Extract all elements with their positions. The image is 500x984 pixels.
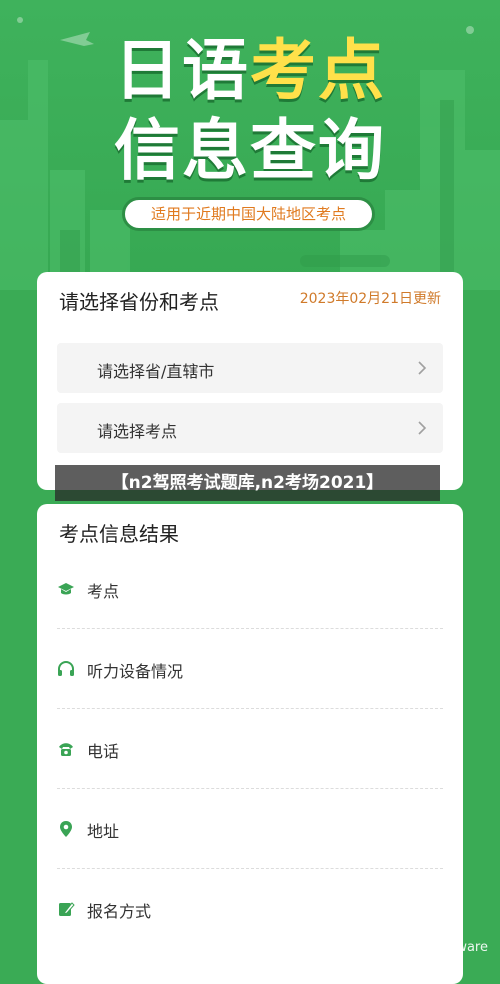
result-item-exam-site: 考点 xyxy=(57,580,443,660)
headphones-icon xyxy=(58,661,74,676)
chevron-right-icon xyxy=(418,361,427,375)
edit-icon xyxy=(59,902,75,916)
result-label: 电话 xyxy=(87,742,120,761)
result-item-address: 地址 xyxy=(57,820,443,900)
update-date: 2023年02月21日更新 xyxy=(299,291,441,307)
title-text: 日语 xyxy=(114,32,250,109)
page-title-line1: 日语考点 xyxy=(0,38,500,104)
page-title-line2: 信息查询 xyxy=(114,112,386,189)
select-card: 请选择省份和考点 2023年02月21日更新 请选择省/直辖市 请选择考点 xyxy=(37,272,463,490)
result-item-phone: 电话 xyxy=(57,740,443,820)
overlay-caption: 【n2驾照考试题库,n2考场2021】 xyxy=(55,465,440,501)
result-label: 听力设备情况 xyxy=(87,662,184,681)
hero-banner: 日语考点 信息查询 适用于近期中国大陆地区考点 xyxy=(0,0,500,290)
exam-site-select[interactable]: 请选择考点 xyxy=(57,403,443,453)
chevron-right-icon xyxy=(418,421,427,435)
graduation-cap-icon xyxy=(58,583,74,595)
divider xyxy=(57,628,443,629)
subtitle-badge: 适用于近期中国大陆地区考点 xyxy=(122,197,375,231)
divider xyxy=(57,708,443,709)
province-select-label: 请选择省/直辖市 xyxy=(97,362,215,381)
province-select[interactable]: 请选择省/直辖市 xyxy=(57,343,443,393)
result-card-title: 考点信息结果 xyxy=(59,522,179,546)
divider xyxy=(57,788,443,789)
divider xyxy=(57,868,443,869)
result-card: 考点信息结果 考点 听力设备情况 电话 地址 报名方式 xyxy=(37,504,463,984)
result-item-listening-device: 听力设备情况 xyxy=(57,660,443,740)
select-card-title: 请选择省份和考点 xyxy=(59,290,219,314)
title-accent-text: 考点 xyxy=(250,32,386,109)
credit-watermark: 知乎 @Alienware xyxy=(380,940,488,955)
result-label: 报名方式 xyxy=(87,902,152,921)
exam-site-select-label: 请选择考点 xyxy=(97,422,178,441)
result-label: 地址 xyxy=(87,822,120,841)
result-label: 考点 xyxy=(87,582,120,601)
telephone-icon xyxy=(59,743,73,756)
location-pin-icon xyxy=(60,821,72,837)
